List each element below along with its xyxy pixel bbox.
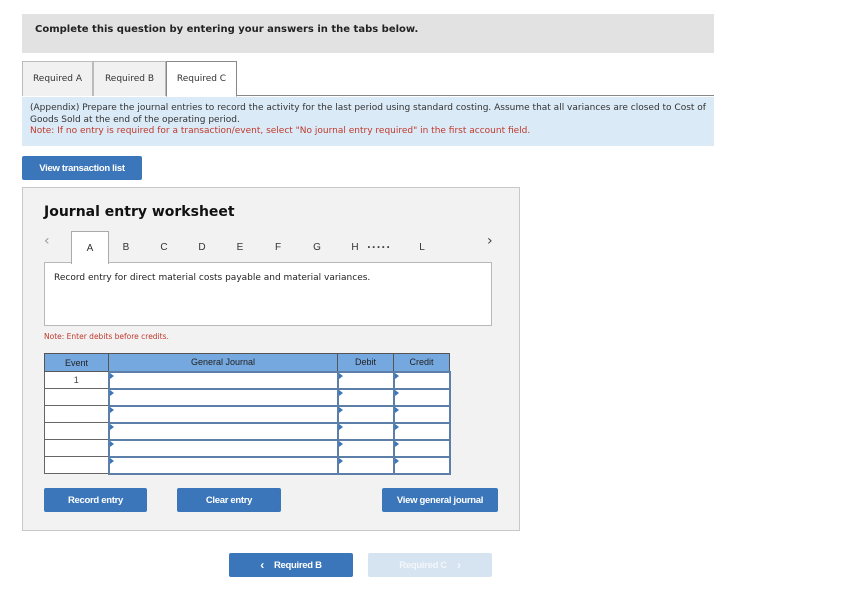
- debit-field[interactable]: [336, 438, 395, 458]
- letter-ellipsis: .....: [367, 240, 391, 251]
- credit-field[interactable]: [392, 404, 451, 424]
- table-row: 1: [44, 370, 451, 390]
- requirement-tabs: Required A Required B Required C: [22, 61, 714, 97]
- entry-tab-l[interactable]: L: [403, 231, 441, 263]
- credit-field[interactable]: [392, 370, 451, 390]
- entry-letter-nav: ‹ A B C D E F G H ..... L ›: [23, 231, 521, 264]
- table-row: [44, 387, 451, 407]
- record-entry-button[interactable]: Record entry: [44, 488, 147, 512]
- header-general-journal: General Journal: [108, 353, 338, 372]
- account-field[interactable]: [107, 387, 339, 407]
- instructions-note: Note: If no entry is required for a tran…: [30, 126, 531, 136]
- header-event: Event: [44, 353, 109, 372]
- instructions-panel: (Appendix) Prepare the journal entries t…: [22, 97, 714, 146]
- entry-tab-a[interactable]: A: [71, 231, 109, 264]
- prev-label: Required B: [274, 559, 322, 571]
- entry-tab-d[interactable]: D: [183, 231, 221, 263]
- entry-description: Record entry for direct material costs p…: [44, 262, 492, 326]
- event-cell: 1: [44, 371, 109, 389]
- header-credit: Credit: [393, 353, 450, 372]
- previous-required-b-button[interactable]: ‹ Required B: [229, 553, 353, 577]
- event-cell: [44, 405, 109, 423]
- next-label: Required C: [399, 559, 447, 571]
- credit-field[interactable]: [392, 438, 451, 458]
- chevron-left-icon: ‹: [260, 558, 264, 572]
- debit-field[interactable]: [336, 421, 395, 441]
- credit-field[interactable]: [392, 455, 451, 475]
- worksheet-title: Journal entry worksheet: [44, 204, 235, 220]
- account-field[interactable]: [107, 455, 339, 475]
- clear-entry-button[interactable]: Clear entry: [177, 488, 281, 512]
- chevron-right-icon: ›: [456, 558, 461, 572]
- view-general-journal-button[interactable]: View general journal: [382, 488, 498, 512]
- chevron-left-icon[interactable]: ‹: [44, 233, 50, 249]
- instructions-text: (Appendix) Prepare the journal entries t…: [30, 103, 706, 125]
- tab-required-b[interactable]: Required B: [93, 61, 166, 96]
- credit-field[interactable]: [392, 387, 451, 407]
- entry-tab-f[interactable]: F: [259, 231, 297, 263]
- debit-note: Note: Enter debits before credits.: [44, 332, 169, 341]
- entry-tab-e[interactable]: E: [221, 231, 259, 263]
- account-field[interactable]: [107, 370, 339, 390]
- table-row: [44, 455, 451, 475]
- table-row: [44, 438, 451, 458]
- entry-tab-g[interactable]: G: [298, 231, 336, 263]
- account-field[interactable]: [107, 421, 339, 441]
- debit-field[interactable]: [336, 370, 395, 390]
- event-cell: [44, 439, 109, 457]
- entry-tab-c[interactable]: C: [145, 231, 183, 263]
- debit-field[interactable]: [336, 387, 395, 407]
- view-transaction-list-button[interactable]: View transaction list: [22, 156, 142, 180]
- tab-required-a[interactable]: Required A: [22, 61, 93, 96]
- event-cell: [44, 456, 109, 474]
- header-debit: Debit: [337, 353, 394, 372]
- debit-field[interactable]: [336, 455, 395, 475]
- next-required-c-button: Required C ›: [368, 553, 492, 577]
- account-field[interactable]: [107, 438, 339, 458]
- credit-field[interactable]: [392, 421, 451, 441]
- account-field[interactable]: [107, 404, 339, 424]
- event-cell: [44, 388, 109, 406]
- table-row: [44, 404, 451, 424]
- chevron-right-icon[interactable]: ›: [487, 233, 493, 249]
- entry-tab-b[interactable]: B: [107, 231, 145, 263]
- debit-field[interactable]: [336, 404, 395, 424]
- table-row: [44, 421, 451, 441]
- journal-entry-worksheet: Journal entry worksheet ‹ A B C D E F G …: [22, 187, 520, 531]
- tab-required-c[interactable]: Required C: [166, 61, 237, 97]
- question-header: Complete this question by entering your …: [22, 14, 714, 53]
- journal-table: Event General Journal Debit Credit 1: [44, 353, 451, 475]
- event-cell: [44, 422, 109, 440]
